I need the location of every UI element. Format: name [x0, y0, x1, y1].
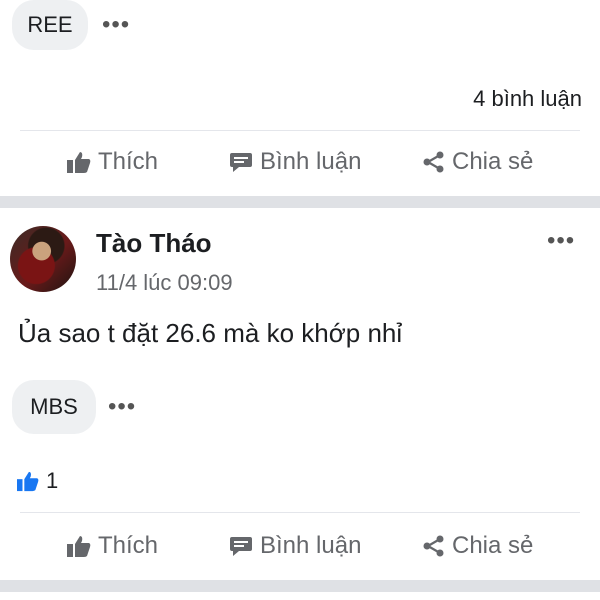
tag-pill[interactable]: MBS [12, 380, 96, 434]
like-label: Thích [98, 532, 159, 559]
comment-button[interactable]: Bình luận [228, 532, 361, 560]
comment-label: Bình luận [260, 148, 362, 175]
more-options-icon[interactable]: ••• [547, 229, 575, 253]
share-button[interactable]: Chia sẻ [422, 532, 533, 560]
tag-label: REE [27, 12, 73, 37]
like-icon [67, 536, 91, 557]
post-timestamp[interactable]: 11/4 lúc 09:09 [96, 270, 233, 296]
comment-icon [230, 537, 252, 556]
reaction-summary[interactable]: 1 [16, 468, 58, 494]
post-separator [0, 196, 600, 208]
share-label: Chia sẻ [452, 148, 534, 175]
like-button[interactable]: Thích [66, 532, 158, 560]
comment-button[interactable]: Bình luận [228, 148, 361, 176]
avatar[interactable] [10, 226, 76, 292]
more-options-icon[interactable]: ••• [102, 13, 130, 37]
post-separator [0, 580, 600, 592]
comment-label: Bình luận [260, 532, 362, 559]
tag-label: MBS [30, 394, 78, 419]
like-button[interactable]: Thích [66, 148, 158, 176]
share-icon [423, 151, 444, 173]
like-count: 1 [46, 468, 59, 493]
more-options-icon[interactable]: ••• [108, 395, 136, 419]
share-icon [423, 535, 444, 557]
tag-pill[interactable]: REE [12, 0, 88, 50]
divider [20, 512, 580, 513]
divider [20, 130, 580, 131]
like-reaction-icon [17, 471, 39, 492]
comment-icon [230, 153, 252, 172]
author-name[interactable]: Tào Tháo [96, 228, 212, 259]
post-content: Ủa sao t đặt 26.6 mà ko khớp nhỉ [18, 318, 403, 348]
share-button[interactable]: Chia sẻ [422, 148, 533, 176]
like-icon [67, 152, 91, 173]
share-label: Chia sẻ [452, 532, 534, 559]
comment-count[interactable]: 4 bình luận [473, 86, 582, 112]
like-label: Thích [98, 148, 159, 175]
